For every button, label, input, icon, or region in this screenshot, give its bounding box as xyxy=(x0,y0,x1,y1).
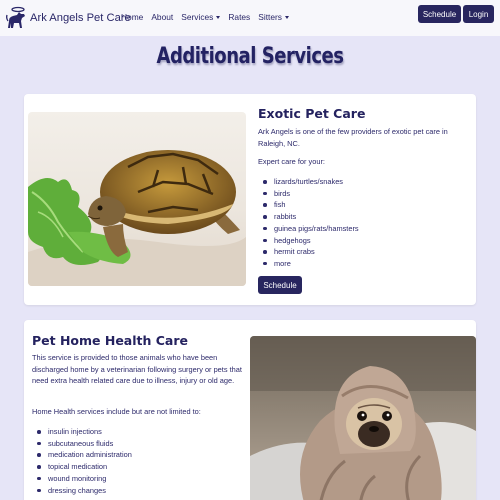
exotic-section-title: Exotic Pet Care xyxy=(258,106,366,121)
exotic-intro-text: Ark Angels is one of the few providers o… xyxy=(258,127,448,148)
nav-dropdown-services[interactable]: Services xyxy=(181,12,221,22)
nav-links: Home About Services Rates Sitters xyxy=(121,12,297,22)
list-item: guinea pigs/rats/hamsters xyxy=(258,223,359,235)
nav-link-label: Services xyxy=(181,12,214,22)
navbar: Ark Angels Pet Care Home About Services … xyxy=(0,0,500,36)
health-section-title: Pet Home Health Care xyxy=(32,333,189,348)
list-item: fish xyxy=(258,199,359,211)
list-item: rabbits xyxy=(258,211,359,223)
exotic-list-heading: Expert care for your: xyxy=(258,157,325,166)
brand-link[interactable]: Ark Angels Pet Care xyxy=(5,6,131,30)
login-button[interactable]: Login xyxy=(463,5,494,23)
health-list-heading: Home Health services include but are not… xyxy=(32,407,201,416)
list-item: subcutaneous fluids xyxy=(32,438,132,450)
nav-link-rates[interactable]: Rates xyxy=(228,12,250,22)
schedule-button[interactable]: Schedule xyxy=(418,5,461,23)
health-intro-text: This service is provided to those animal… xyxy=(32,353,242,385)
list-item: lizards/turtles/snakes xyxy=(258,176,359,188)
exotic-pet-care-card: Exotic Pet Care Ark Angels is one of the… xyxy=(24,94,476,305)
list-item: topical medication xyxy=(32,461,132,473)
nav-link-label: Rates xyxy=(228,12,251,22)
list-item: birds xyxy=(258,188,359,200)
list-item: hedgehogs xyxy=(258,235,359,247)
health-service-list: insulin injections subcutaneous fluids m… xyxy=(32,426,132,496)
exotic-pet-list: lizards/turtles/snakes birds fish rabbit… xyxy=(258,176,359,270)
pug-image xyxy=(250,336,476,500)
nav-dropdown-sitters[interactable]: Sitters xyxy=(258,12,289,22)
dog-with-halo-logo-icon xyxy=(6,6,25,28)
caret-down-icon xyxy=(216,15,221,19)
list-item: medication administration xyxy=(32,449,132,461)
list-item: dressing changes xyxy=(32,485,132,497)
list-item: hermit crabs xyxy=(258,246,359,258)
brand-name: Ark Angels Pet Care xyxy=(30,12,131,24)
exotic-schedule-button[interactable]: Schedule xyxy=(258,276,302,294)
caret-down-icon xyxy=(285,15,289,19)
turtle-image xyxy=(28,112,246,286)
nav-link-label: Home xyxy=(121,12,144,22)
home-health-care-card: Pet Home Health Care This service is pro… xyxy=(24,320,476,500)
page-title: Additional Services xyxy=(156,44,344,69)
nav-link-label: About xyxy=(151,12,174,22)
nav-link-home[interactable]: Home xyxy=(121,12,143,22)
nav-link-about[interactable]: About xyxy=(151,12,173,22)
nav-link-label: Sitters xyxy=(258,12,282,22)
list-item: wound monitoring xyxy=(32,473,132,485)
list-item: more xyxy=(258,258,359,270)
list-item: insulin injections xyxy=(32,426,132,438)
